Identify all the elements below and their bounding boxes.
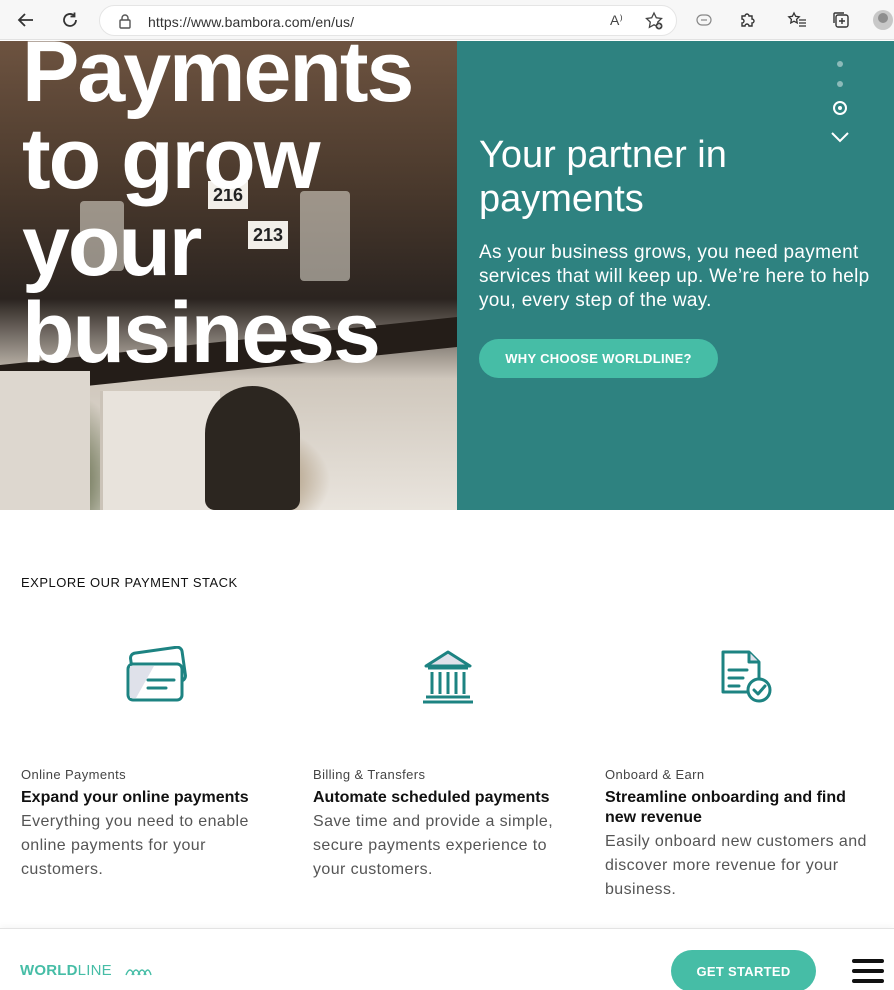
browser-toolbar: https://www.bambora.com/en/us/ A⁾ [0, 0, 894, 40]
address-bar[interactable]: https://www.bambora.com/en/us/ A⁾ [99, 5, 677, 36]
back-button[interactable] [14, 8, 38, 32]
card-description: Save time and provide a simple, secure p… [313, 813, 554, 878]
add-favorite-icon[interactable] [644, 11, 664, 31]
slide-dot-active[interactable] [833, 101, 847, 115]
card-title[interactable]: Streamline onboarding and find new reven… [605, 788, 875, 828]
card-title[interactable]: Automate scheduled payments [313, 788, 583, 808]
payment-cards-icon [126, 646, 187, 702]
bank-building-icon [423, 650, 473, 704]
card-title[interactable]: Expand your online payments [21, 788, 291, 808]
panel-title: Your partner in payments [479, 134, 727, 220]
browser-extension-button[interactable] [692, 8, 716, 32]
url-text[interactable]: https://www.bambora.com/en/us/ [148, 14, 354, 30]
hero-panel: Your partner in payments As your busines… [457, 41, 894, 510]
arrow-left-icon [17, 13, 33, 27]
why-choose-worldline-button[interactable]: WHY CHOOSE WORLDLINE? [479, 339, 718, 378]
document-check-icon [721, 650, 772, 703]
card-description: Easily onboard new customers and discove… [605, 833, 867, 898]
photo-crate [100, 391, 220, 510]
read-aloud-icon[interactable]: A⁾ [610, 12, 623, 29]
extension-badge-icon [696, 14, 712, 26]
collections-icon [833, 12, 849, 28]
explore-heading: EXPLORE OUR PAYMENT STACK [21, 575, 238, 590]
card-description: Everything you need to enable online pay… [21, 813, 249, 878]
refresh-icon [63, 12, 77, 27]
card-kicker: Billing & Transfers [313, 767, 426, 782]
card-kicker: Online Payments [21, 767, 126, 782]
lock-icon [119, 14, 131, 29]
favorites-list-icon [787, 11, 806, 27]
photo-cutting-board [205, 386, 300, 510]
profile-avatar[interactable] [873, 10, 893, 30]
refresh-button[interactable] [58, 8, 82, 32]
hero-photo: 216 213 Payments to grow your business [0, 41, 457, 510]
logo-text-bold: WORLD [20, 962, 78, 979]
hero-section: 216 213 Payments to grow your business Y… [0, 41, 894, 510]
hero-title: Payments to grow your business [22, 41, 414, 381]
get-started-button[interactable]: GET STARTED [671, 950, 816, 990]
collections-button[interactable] [829, 8, 853, 32]
sticky-footer-bar: WORLDLINE GET STARTED [0, 928, 894, 990]
slide-indicator [833, 61, 847, 125]
photo-crate [0, 371, 90, 510]
worldline-wave-icon [125, 969, 152, 976]
extensions-button[interactable] [736, 8, 760, 32]
worldline-logo[interactable]: WORLDLINE [20, 962, 112, 979]
logo-text-light: LINE [77, 962, 112, 979]
hamburger-menu-icon[interactable] [852, 959, 884, 983]
slide-dot[interactable] [837, 81, 843, 87]
slide-dot[interactable] [837, 61, 843, 67]
panel-description: As your business grows, you need payment… [479, 242, 870, 311]
card-kicker: Onboard & Earn [605, 767, 705, 782]
puzzle-icon [741, 13, 755, 27]
favorites-button[interactable] [785, 8, 809, 32]
